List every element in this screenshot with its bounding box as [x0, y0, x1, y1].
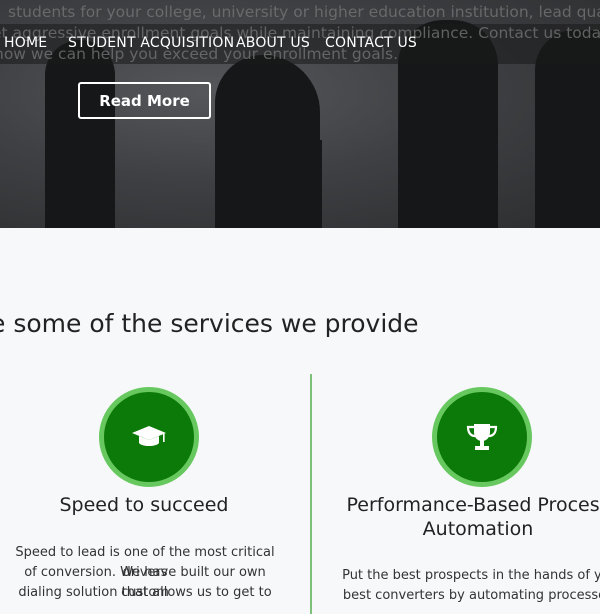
- services-heading: e some of the services we provide: [0, 309, 419, 338]
- hero-banner: students for your college, university or…: [0, 0, 600, 228]
- read-more-button[interactable]: Read More: [78, 82, 211, 119]
- service-text-speed-3: dialing solution that allows us to get t…: [18, 585, 272, 600]
- nav-item-student-acquisition[interactable]: STUDENT ACQUISITION: [68, 35, 234, 51]
- nav-item-home[interactable]: HOME: [4, 35, 47, 51]
- service-text-automation-1: Put the best prospects in the hands of y…: [342, 568, 600, 583]
- service-icon-badge-1: [99, 387, 199, 487]
- service-icon-badge-2: [432, 387, 532, 487]
- nav-item-about-us[interactable]: ABOUT US: [236, 35, 310, 51]
- trophy-icon: [466, 424, 498, 450]
- service-text-automation-2: best converters by automating processes.: [342, 588, 600, 603]
- hero-text-line-1: students for your college, university or…: [8, 3, 600, 21]
- nav-item-contact-us[interactable]: CONTACT US: [325, 35, 417, 51]
- graduation-cap-icon: [132, 426, 166, 446]
- service-title-speed: Speed to succeed: [59, 494, 229, 516]
- service-title-automation-1: Performance-Based Process: [346, 494, 600, 516]
- hero-silhouette-5: [300, 140, 322, 228]
- column-divider: [310, 374, 312, 614]
- hero-silhouette-1: [45, 40, 115, 228]
- service-title-automation-2: Automation: [422, 518, 534, 540]
